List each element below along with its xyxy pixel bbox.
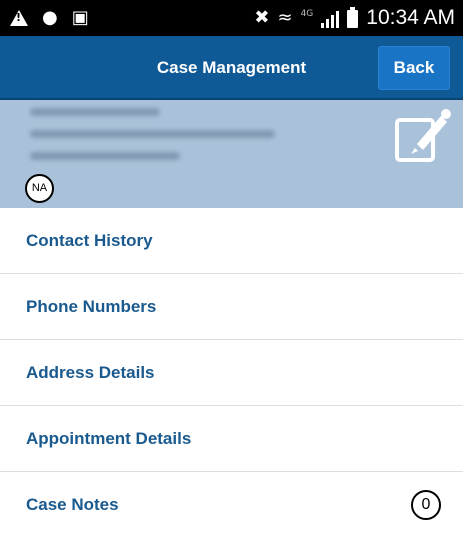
- app-icon: ●: [42, 7, 58, 28]
- menu-item-appointment-details[interactable]: Appointment Details: [0, 406, 463, 472]
- menu-item-contact-history[interactable]: Contact History: [0, 208, 463, 274]
- network-type: 4G: [300, 9, 314, 19]
- menu-item-label: Contact History: [26, 231, 153, 250]
- back-button[interactable]: Back: [378, 46, 450, 90]
- status-time: 10:34 AM: [366, 6, 455, 29]
- menu-item-address-details[interactable]: Address Details: [0, 340, 463, 406]
- battery-icon: [347, 7, 359, 28]
- menu-item-label: Appointment Details: [26, 429, 192, 448]
- app-header: Case Management Back: [0, 36, 463, 100]
- signal-icon: [321, 10, 340, 28]
- menu-item-case-notes[interactable]: Case Notes 0: [0, 472, 463, 537]
- menu-item-label: Address Details: [26, 363, 155, 382]
- case-summary-panel: NA: [0, 100, 463, 208]
- case-menu-list: Contact History Phone Numbers Address De…: [0, 208, 463, 537]
- status-badge: NA: [25, 174, 54, 203]
- case-city-redacted: [30, 152, 180, 160]
- menu-item-label: Phone Numbers: [26, 297, 157, 316]
- case-notes-count-badge: 0: [411, 490, 441, 520]
- case-id-redacted: [30, 108, 160, 116]
- camera-icon: ▣: [71, 7, 89, 28]
- mute-icon: ✖: [254, 7, 270, 28]
- menu-item-label: Case Notes: [26, 495, 119, 514]
- status-bar: ● ▣ ✖ ≈ 4G 10:34 AM: [0, 0, 463, 36]
- edit-icon[interactable]: [391, 106, 453, 168]
- alert-icon: [10, 10, 28, 26]
- wifi-icon: ≈: [277, 7, 293, 28]
- menu-item-phone-numbers[interactable]: Phone Numbers: [0, 274, 463, 340]
- case-address-redacted: [30, 130, 275, 138]
